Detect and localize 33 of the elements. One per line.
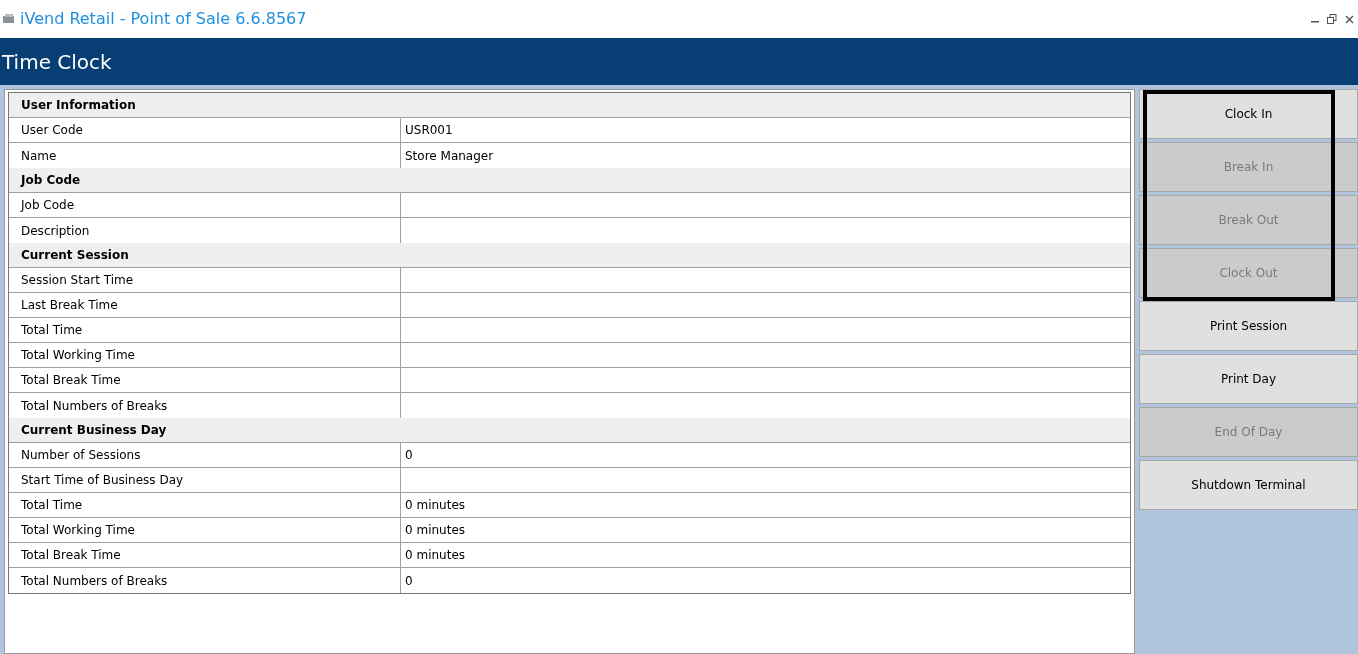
restore-icon[interactable] [1327,14,1337,24]
section-header: Current Session [9,243,1130,268]
section-header: Job Code [9,168,1130,193]
field-label: User Code [9,118,401,142]
field-label: Job Code [9,193,401,217]
field-label: Number of Sessions [9,443,401,467]
field-label: Total Working Time [9,518,401,542]
action-button[interactable]: Print Session [1139,301,1358,351]
field-value: 0 [404,447,414,464]
field-label: Total Working Time [9,343,401,367]
action-button[interactable]: Print Day [1139,354,1358,404]
field-label: Total Time [9,318,401,342]
field-label: Total Break Time [9,368,401,392]
field-label: Total Break Time [9,543,401,567]
field-label: Start Time of Business Day [9,468,401,492]
app-icon [2,13,16,25]
page-title: Time Clock [2,48,112,76]
window-title: iVend Retail - Point of Sale 6.6.8567 [20,8,307,30]
field-value: USR001 [404,122,454,139]
section-header: Current Business Day [9,418,1130,443]
close-icon[interactable] [1345,14,1354,24]
field-value: Store Manager [404,147,495,165]
action-button[interactable]: Shutdown Terminal [1139,460,1358,510]
field-value: 0 [404,572,414,590]
field-label: Last Break Time [9,293,401,317]
field-label: Total Numbers of Breaks [9,568,401,593]
field-label: Total Time [9,493,401,517]
field-value: 0 minutes [404,547,467,564]
action-button[interactable]: Clock In [1139,89,1358,139]
field-label: Session Start Time [9,268,401,292]
field-value: 0 minutes [404,497,467,514]
field-value: 0 minutes [404,522,467,539]
section-header: User Information [9,93,1130,118]
